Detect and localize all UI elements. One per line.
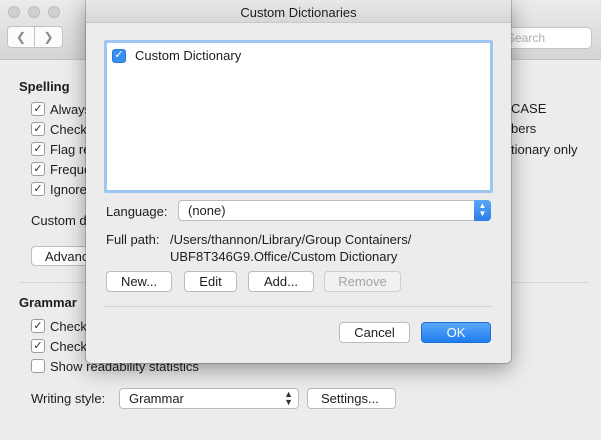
- grammar-option-2[interactable]: ✓ Check: [31, 338, 87, 354]
- cancel-button[interactable]: Cancel: [339, 322, 410, 343]
- add-dictionary-button[interactable]: Add...: [248, 271, 314, 292]
- up-down-chevron-icon: ▲ ▼: [284, 389, 293, 407]
- language-label: Language:: [106, 204, 168, 219]
- writing-style-label: Writing style:: [31, 391, 106, 406]
- writing-style-value: Grammar: [129, 391, 184, 406]
- language-value: (none): [188, 203, 226, 218]
- option-label: Ignore: [50, 181, 87, 197]
- option-label: Check: [50, 338, 87, 354]
- ok-button[interactable]: OK: [421, 322, 491, 343]
- option-label: Always: [50, 101, 92, 117]
- grammar-section-title: Grammar: [19, 295, 77, 310]
- forward-button[interactable]: ❯: [35, 26, 63, 48]
- dictionary-name: Custom Dictionary: [135, 48, 242, 63]
- grammar-option-1[interactable]: ✓ Check: [31, 318, 87, 334]
- option-label: Check: [50, 121, 87, 137]
- minimize-window-icon[interactable]: [28, 6, 40, 18]
- full-path-label: Full path:: [106, 232, 160, 247]
- spelling-option-3[interactable]: ✓ Flag re: [31, 141, 90, 157]
- checkbox-checked[interactable]: ✓: [31, 122, 45, 136]
- dictionary-list-item[interactable]: ✓ Custom Dictionary: [112, 48, 241, 63]
- full-path-line-2: UBF8T346G9.Office/Custom Dictionary: [170, 249, 398, 264]
- spelling-section-title: Spelling: [19, 79, 70, 94]
- chevron-right-icon: ❯: [43, 30, 54, 44]
- option-label-right: CASE: [511, 101, 547, 116]
- option-label-right: tionary only: [511, 142, 578, 157]
- dialog-title: Custom Dictionaries: [86, 0, 511, 23]
- writing-style-select[interactable]: Grammar ▲ ▼: [119, 388, 299, 409]
- close-window-icon[interactable]: [8, 6, 20, 18]
- up-down-chevron-icon: ▲ ▼: [474, 200, 491, 221]
- checkbox-checked[interactable]: ✓: [31, 319, 45, 333]
- spelling-option-5[interactable]: ✓ Ignore: [31, 181, 87, 197]
- full-path-line-1: /Users/thannon/Library/Group Containers/: [170, 232, 412, 247]
- checkbox-checked[interactable]: ✓: [31, 339, 45, 353]
- checkbox-unchecked[interactable]: [31, 359, 45, 373]
- chevron-left-icon: ❮: [15, 30, 27, 44]
- custom-dictionary-label: Custom d: [31, 213, 87, 228]
- back-button[interactable]: ❮: [7, 26, 35, 48]
- checkbox-checked[interactable]: ✓: [31, 182, 45, 196]
- zoom-window-icon[interactable]: [48, 6, 60, 18]
- settings-button[interactable]: Settings...: [307, 388, 396, 409]
- new-dictionary-button[interactable]: New...: [106, 271, 172, 292]
- dialog-divider: [104, 306, 493, 307]
- dictionary-list[interactable]: ✓ Custom Dictionary: [104, 40, 493, 193]
- checkbox-checked[interactable]: ✓: [31, 102, 45, 116]
- checkbox-checked[interactable]: ✓: [31, 162, 45, 176]
- spelling-option-1[interactable]: ✓ Always: [31, 101, 91, 117]
- checkbox-checked[interactable]: ✓: [112, 48, 126, 63]
- spelling-option-4[interactable]: ✓ Freque: [31, 161, 91, 177]
- custom-dictionaries-dialog: Custom Dictionaries ✓ Custom Dictionary …: [86, 0, 511, 363]
- language-select[interactable]: (none) ▲ ▼: [178, 200, 491, 221]
- spelling-option-2[interactable]: ✓ Check: [31, 121, 87, 137]
- option-label: Check: [50, 318, 87, 334]
- option-label: Flag re: [50, 141, 91, 157]
- checkbox-checked[interactable]: ✓: [31, 142, 45, 156]
- remove-dictionary-button[interactable]: Remove: [324, 271, 401, 292]
- option-label-right: bers: [511, 121, 537, 136]
- edit-dictionary-button[interactable]: Edit: [184, 271, 237, 292]
